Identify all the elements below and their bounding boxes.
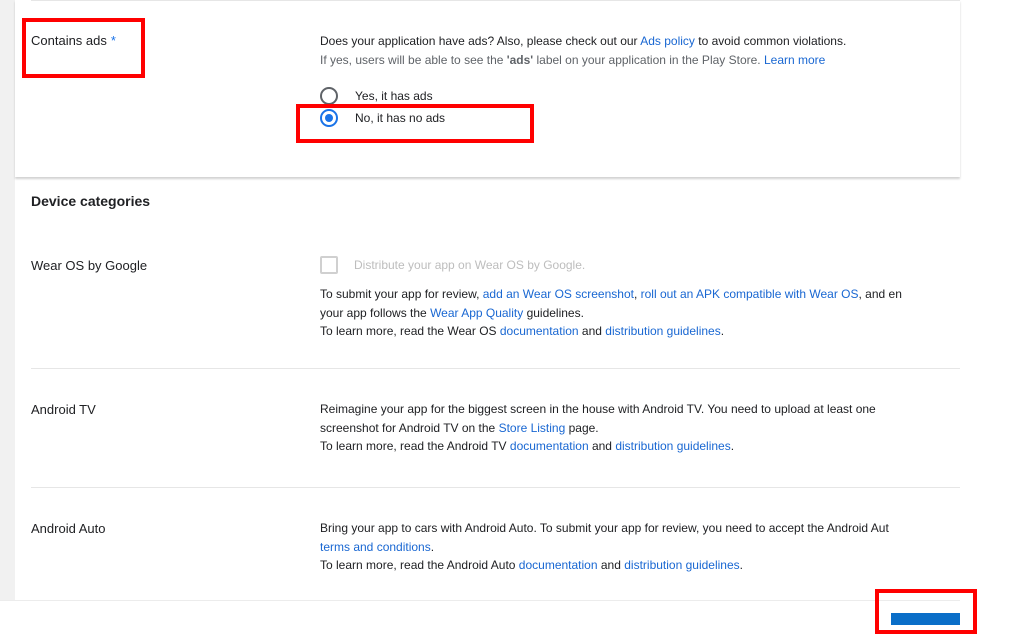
divider <box>31 368 960 369</box>
android-auto-text-line-3: To learn more, read the Android Auto doc… <box>320 556 960 575</box>
text: your app follows the <box>320 305 431 320</box>
android-tv-text-line-1: Reimagine your app for the biggest scree… <box>320 402 876 416</box>
text: page. <box>565 420 599 435</box>
android-tv-distribution-guidelines-link[interactable]: distribution guidelines <box>615 439 730 453</box>
text: . <box>720 324 725 338</box>
contains-ads-label: Contains ads * <box>31 33 116 48</box>
divider <box>31 487 960 488</box>
footer-divider <box>0 600 960 601</box>
store-listing-link[interactable]: Store Listing <box>499 421 566 435</box>
radio-label: Yes, it has ads <box>355 88 433 103</box>
android-tv-label: Android TV <box>31 402 96 417</box>
text: To learn more, read the Android Auto <box>320 558 519 572</box>
text: guidelines. <box>523 305 584 320</box>
text: , <box>633 287 641 301</box>
text: , and en <box>858 287 902 301</box>
radio-checked-icon[interactable] <box>320 109 338 127</box>
android-auto-text-line-1: Bring your app to cars with Android Auto… <box>320 521 889 535</box>
radio-label: No, it has no ads <box>355 110 446 125</box>
text: . <box>730 439 735 453</box>
android-auto-label: Android Auto <box>31 521 106 536</box>
radio-no-ads[interactable]: No, it has no ads <box>320 107 960 129</box>
text: . <box>430 539 435 554</box>
android-auto-distribution-guidelines-link[interactable]: distribution guidelines <box>624 558 739 572</box>
android-auto-text-line-2: terms and conditions. <box>320 538 960 557</box>
text: and <box>597 558 625 572</box>
learn-more-link[interactable]: Learn more <box>764 53 825 67</box>
android-auto-documentation-link[interactable]: documentation <box>519 558 598 572</box>
android-tv-documentation-link[interactable]: documentation <box>510 439 589 453</box>
radio-unchecked-icon[interactable] <box>320 87 338 105</box>
add-screenshot-link[interactable]: add an Wear OS screenshot <box>483 287 634 301</box>
wear-os-text-line-1: To submit your app for review, add an We… <box>320 285 960 304</box>
text: To learn more, read the Wear OS <box>320 324 500 338</box>
radio-yes-has-ads[interactable]: Yes, it has ads <box>320 85 960 107</box>
wear-os-distribution-guidelines-link[interactable]: distribution guidelines <box>605 324 720 338</box>
checkbox-label: Distribute your app on Wear OS by Google… <box>354 257 586 272</box>
wear-os-documentation-link[interactable]: documentation <box>500 324 579 338</box>
contains-ads-card: Contains ads * Does your application have… <box>15 0 960 177</box>
text: If yes, users will be able to see the <box>320 52 507 67</box>
rollout-apk-link[interactable]: roll out an APK compatible with Wear OS <box>641 287 859 301</box>
text: . <box>739 558 743 572</box>
wear-os-checkbox[interactable]: Distribute your app on Wear OS by Google… <box>320 255 960 275</box>
required-marker: * <box>110 33 116 48</box>
contains-ads-description: Does your application have ads? Also, pl… <box>320 32 960 129</box>
checkbox-icon[interactable] <box>320 256 338 274</box>
wear-os-content: Distribute your app on Wear OS by Google… <box>320 255 960 341</box>
wear-os-text-line-2: your app follows the Wear App Quality gu… <box>320 304 960 323</box>
text: To submit your app for review, <box>320 287 483 301</box>
device-categories-title: Device categories <box>31 193 151 209</box>
device-categories-card: Device categories Wear OS by Google Dist… <box>15 184 960 600</box>
android-auto-content: Bring your app to cars with Android Auto… <box>320 519 960 575</box>
text: to avoid common violations. <box>694 34 847 48</box>
wear-os-text-line-3: To learn more, read the Wear OS document… <box>320 322 960 341</box>
primary-action-button[interactable] <box>891 613 960 625</box>
page: Contains ads * Does your application have… <box>0 0 1033 637</box>
terms-and-conditions-link[interactable]: terms and conditions <box>320 540 431 554</box>
divider <box>31 0 960 1</box>
contains-ads-label-text: Contains ads <box>31 33 107 48</box>
wear-os-label: Wear OS by Google <box>31 258 148 273</box>
ads-info: If yes, users will be able to see the 'a… <box>320 51 960 70</box>
text: and <box>588 439 616 453</box>
text: label on your application in the Play St… <box>533 52 764 67</box>
android-tv-text-line-3: To learn more, read the Android TV docum… <box>320 437 960 456</box>
text: screenshot for Android TV on the <box>320 420 499 435</box>
ads-label-bold: 'ads' <box>506 52 534 67</box>
android-tv-content: Reimagine your app for the biggest scree… <box>320 400 960 456</box>
wear-app-quality-link[interactable]: Wear App Quality <box>430 306 523 320</box>
ads-policy-link[interactable]: Ads policy <box>640 34 695 48</box>
android-tv-text-line-2: screenshot for Android TV on the Store L… <box>320 419 960 438</box>
text: and <box>578 324 606 338</box>
ads-question: Does your application have ads? Also, pl… <box>320 32 960 51</box>
text: Does your application have ads? Also, pl… <box>320 34 641 48</box>
page-background <box>0 0 15 600</box>
text: To learn more, read the Android TV <box>320 439 510 453</box>
